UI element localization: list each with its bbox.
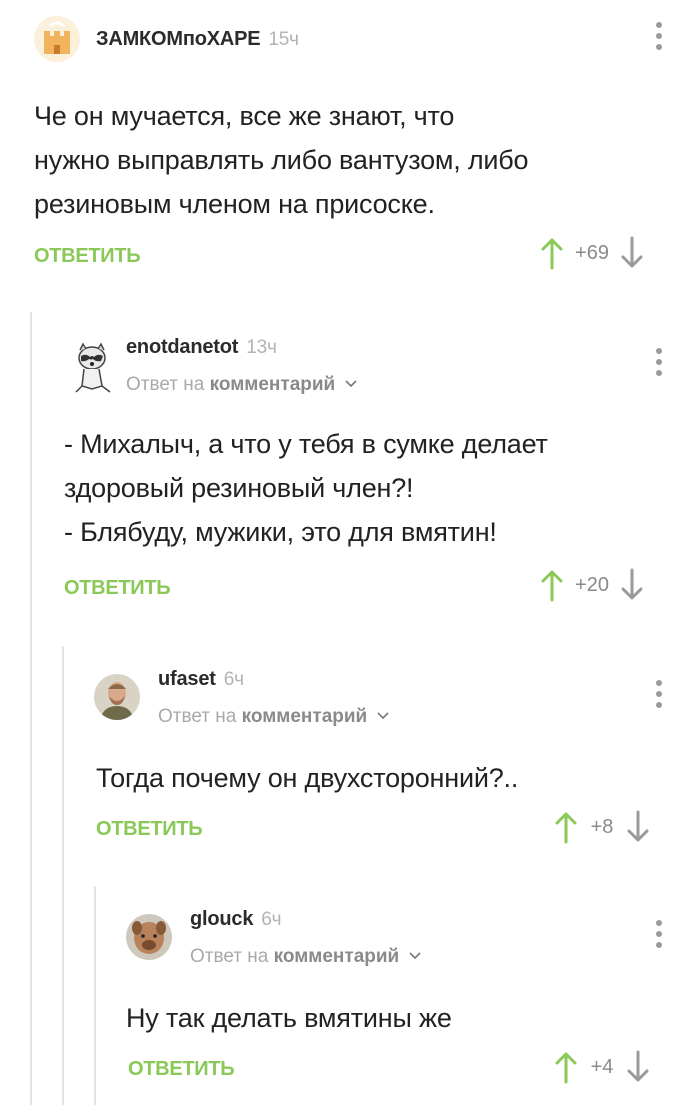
upvote-arrow-icon[interactable] (554, 1050, 578, 1084)
reply-button[interactable]: ОТВЕТИТЬ (64, 577, 171, 600)
thread-line[interactable] (94, 886, 96, 1105)
downvote-arrow-icon[interactable] (626, 1050, 650, 1084)
reply-to-prefix: Ответ на (158, 706, 237, 727)
comment-4: glouck 6ч Ответ на комментарий Ну так дел… (94, 886, 700, 1105)
vote-controls: +4 (554, 1050, 650, 1084)
more-vertical-icon (656, 348, 662, 354)
comment-text: Ну так делать вмятины же (126, 1003, 452, 1033)
reply-to-prefix: Ответ на (190, 946, 269, 967)
avatar[interactable] (34, 16, 80, 62)
reply-to-prefix: Ответ на (126, 374, 205, 395)
score: +69 (575, 241, 609, 264)
score: +8 (590, 815, 614, 838)
comment-text: - Михалыч, а что у тебя в сумке делает з… (64, 429, 548, 547)
dog-avatar-icon (126, 914, 172, 960)
castle-avatar-icon (34, 16, 80, 62)
timestamp: 15ч (268, 29, 299, 50)
avatar[interactable] (66, 342, 118, 394)
username-text[interactable]: ЗАМКОМпоХАРЕ (96, 28, 261, 50)
downvote-arrow-icon[interactable] (620, 568, 644, 602)
thread-line[interactable] (30, 312, 32, 1105)
comment-text: Че он мучается, все же знают, что нужно … (34, 101, 529, 219)
score: +4 (590, 1055, 614, 1078)
more-options-button[interactable] (654, 22, 664, 55)
vote-controls: +69 (540, 236, 644, 270)
downvote-arrow-icon[interactable] (620, 236, 644, 270)
more-vertical-icon (656, 22, 662, 28)
username[interactable]: ufaset 6ч (158, 668, 244, 691)
timestamp: 6ч (223, 669, 244, 690)
reply-to-target[interactable]: комментарий (242, 706, 368, 727)
reply-to-link[interactable]: Ответ на комментарий (190, 946, 421, 968)
downvote-arrow-icon[interactable] (626, 810, 650, 844)
upvote-arrow-icon[interactable] (554, 810, 578, 844)
comment-1: ЗАМКОМпоХАРЕ 15ч Че он мучается, все же з… (0, 0, 700, 300)
reply-button[interactable]: ОТВЕТИТЬ (128, 1058, 235, 1081)
username-text[interactable]: enotdanetot (126, 336, 238, 358)
avatar[interactable] (94, 674, 140, 720)
vote-controls: +20 (540, 568, 644, 602)
reply-button[interactable]: ОТВЕТИТЬ (34, 245, 141, 268)
username[interactable]: ЗАМКОМпоХАРЕ 15ч (96, 28, 299, 51)
upvote-arrow-icon[interactable] (540, 568, 564, 602)
thread-line[interactable] (62, 646, 64, 1105)
avatar[interactable] (126, 914, 172, 960)
upvote-arrow-icon[interactable] (540, 236, 564, 270)
more-options-button[interactable] (654, 680, 664, 713)
username[interactable]: enotdanetot 13ч (126, 336, 277, 359)
chevron-down-icon[interactable] (408, 952, 421, 960)
reply-to-target[interactable]: комментарий (210, 374, 336, 395)
more-options-button[interactable] (654, 348, 664, 381)
chevron-down-icon[interactable] (344, 380, 357, 388)
username[interactable]: glouck 6ч (190, 908, 282, 931)
username-text[interactable]: glouck (190, 908, 253, 930)
chevron-down-icon[interactable] (376, 712, 389, 720)
vote-controls: +8 (554, 810, 650, 844)
more-options-button[interactable] (654, 920, 664, 953)
timestamp: 6ч (261, 909, 282, 930)
username-text[interactable]: ufaset (158, 668, 216, 690)
user-photo-avatar-icon (94, 674, 140, 720)
score: +20 (575, 573, 609, 596)
more-vertical-icon (656, 920, 662, 926)
reply-to-link[interactable]: Ответ на комментарий (158, 706, 389, 728)
raccoon-avatar-icon (75, 342, 111, 393)
timestamp: 13ч (246, 337, 277, 358)
more-vertical-icon (656, 680, 662, 686)
comment-text: Тогда почему он двухсторонний?.. (96, 763, 519, 793)
reply-to-target[interactable]: комментарий (274, 946, 400, 967)
reply-to-link[interactable]: Ответ на комментарий (126, 374, 357, 396)
reply-button[interactable]: ОТВЕТИТЬ (96, 818, 203, 841)
